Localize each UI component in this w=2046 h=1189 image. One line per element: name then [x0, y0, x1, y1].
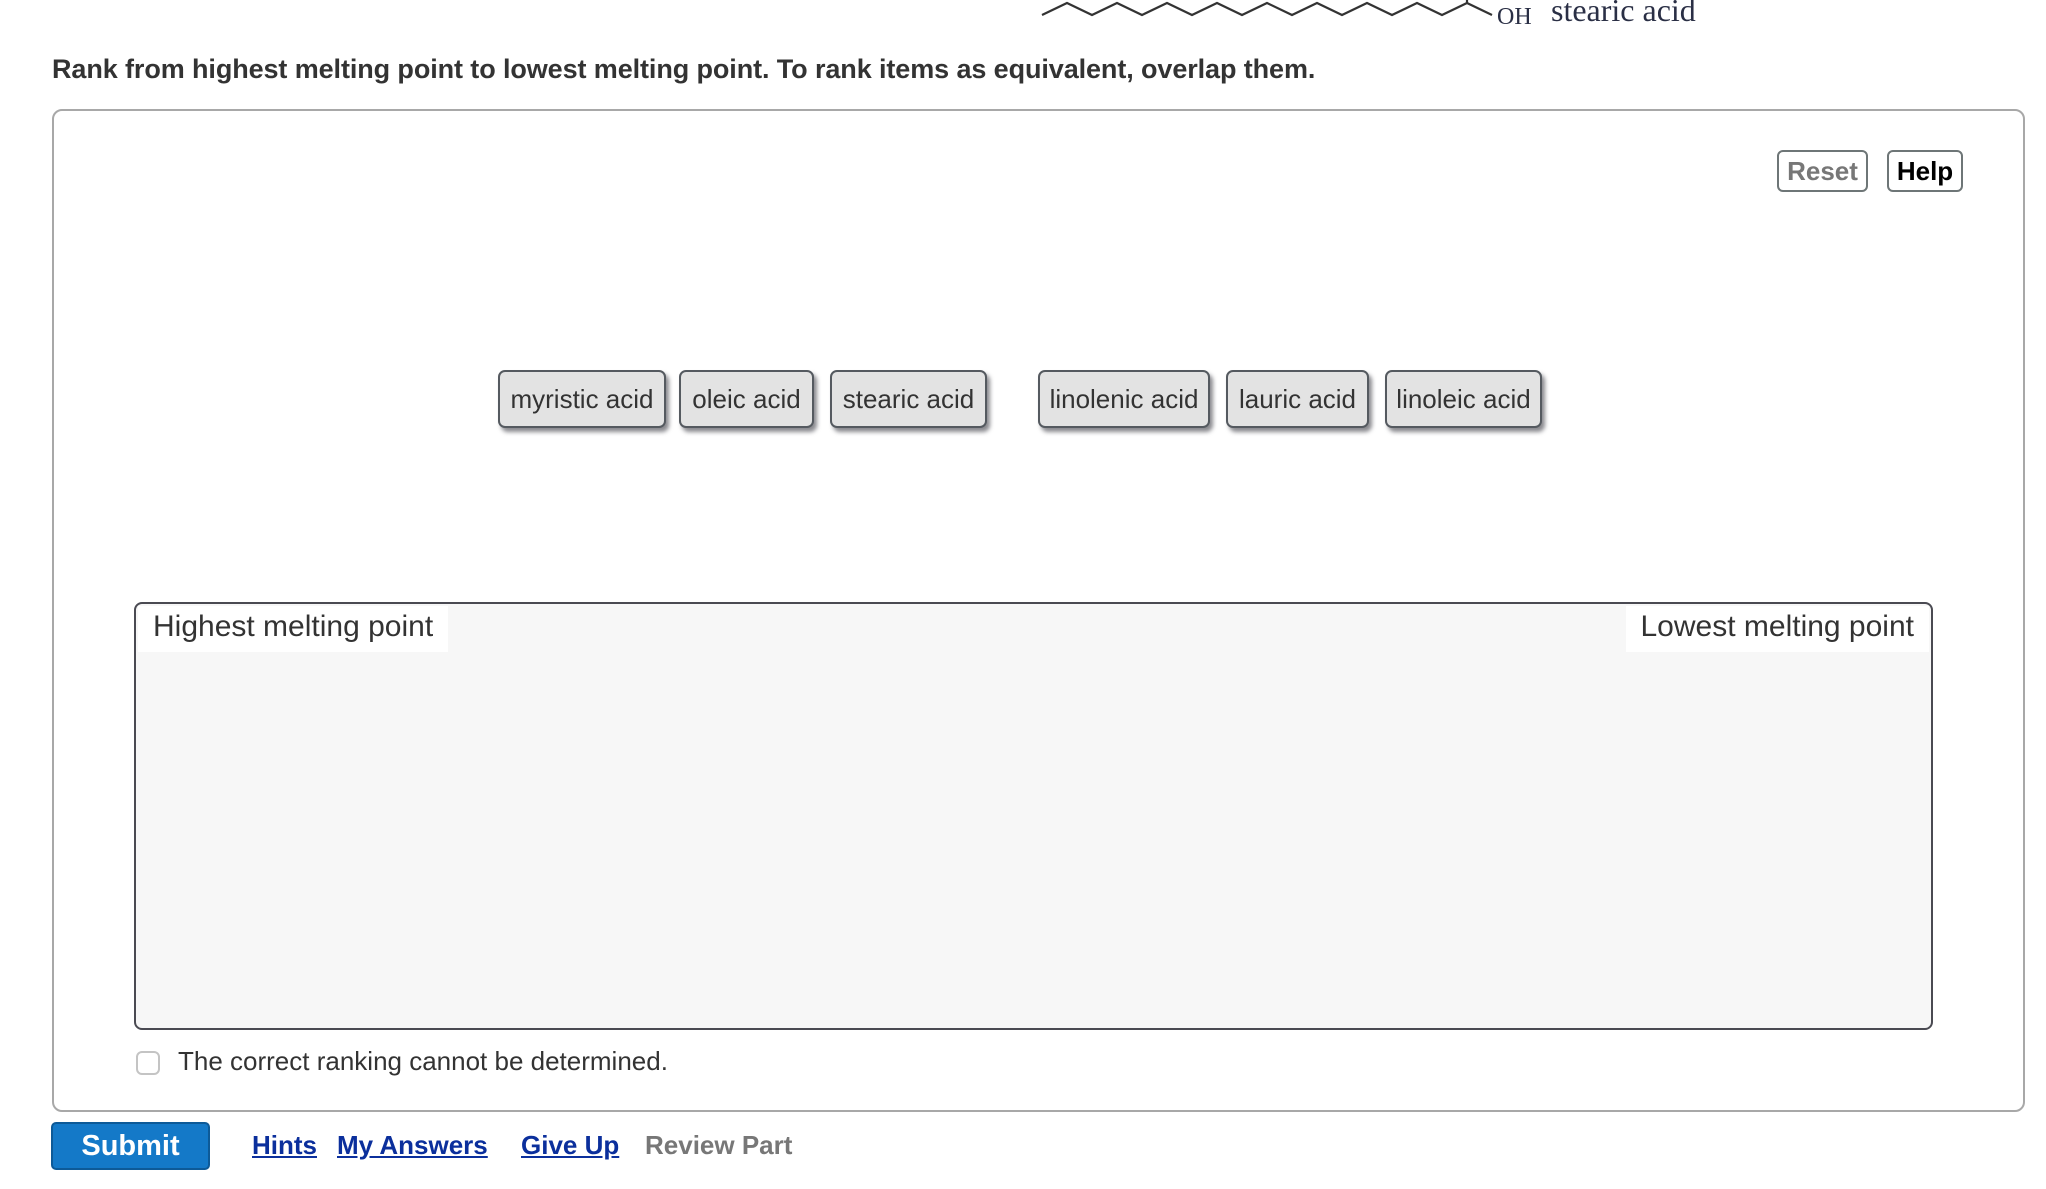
ranking-drop-zone[interactable]: Highest melting point Lowest melting poi… — [134, 602, 1933, 1030]
carbon-chain — [1041, 1, 1493, 17]
hints-link[interactable]: Hints — [252, 1130, 317, 1161]
molecule-caption: stearic acid — [1551, 0, 1696, 28]
cannot-determine-checkbox[interactable] — [136, 1051, 160, 1075]
draggable-item-myristic-acid[interactable]: myristic acid — [498, 370, 666, 428]
lowest-melting-point-label: Lowest melting point — [1625, 606, 1929, 652]
highest-melting-point-label: Highest melting point — [138, 606, 449, 652]
draggable-item-lauric-acid[interactable]: lauric acid — [1226, 370, 1369, 428]
draggable-item-linoleic-acid[interactable]: linoleic acid — [1385, 370, 1542, 428]
question-instruction: Rank from highest melting point to lowes… — [52, 54, 1316, 84]
stearic-acid-structure-image — [1041, 0, 1493, 17]
my-answers-link[interactable]: My Answers — [337, 1130, 488, 1161]
hydroxyl-label: OH — [1497, 4, 1532, 30]
give-up-link[interactable]: Give Up — [521, 1130, 619, 1161]
cannot-determine-label[interactable]: The correct ranking cannot be determined… — [178, 1046, 668, 1077]
reset-button[interactable]: Reset — [1777, 150, 1868, 192]
review-part-link: Review Part — [645, 1130, 793, 1160]
draggable-item-stearic-acid[interactable]: stearic acid — [830, 370, 987, 428]
submit-button[interactable]: Submit — [51, 1122, 210, 1170]
draggable-item-linolenic-acid[interactable]: linolenic acid — [1038, 370, 1210, 428]
help-button[interactable]: Help — [1887, 150, 1963, 192]
draggable-item-oleic-acid[interactable]: oleic acid — [679, 370, 814, 428]
